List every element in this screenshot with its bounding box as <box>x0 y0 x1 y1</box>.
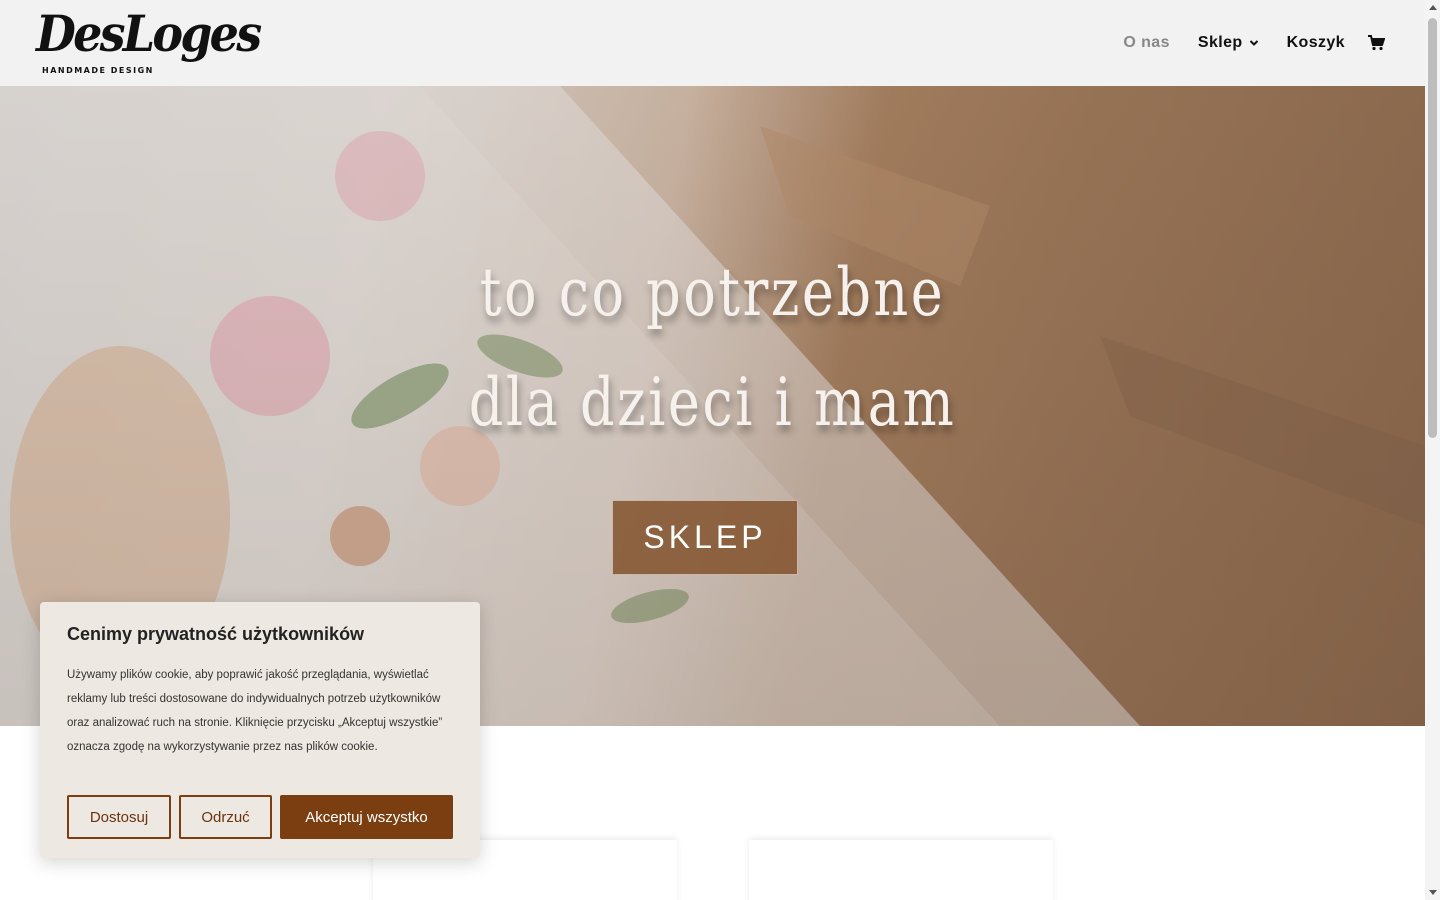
scroll-down-icon[interactable] <box>1429 890 1437 895</box>
scroll-up-icon[interactable] <box>1429 5 1437 10</box>
cookie-button-group: Dostosuj Odrzuć Akceptuj wszystko <box>67 795 453 839</box>
nav-item-sklep[interactable]: Sklep <box>1198 34 1259 52</box>
content-card <box>749 840 1053 900</box>
shop-button[interactable]: SKLEP <box>612 500 798 575</box>
logo-text: DesLoges <box>36 4 262 63</box>
hero-title-line2: dla dzieci i mam <box>468 364 957 441</box>
logo-subtitle: HANDMADE DESIGN <box>42 66 154 75</box>
hero-title-line1: to co potrzebne <box>479 254 946 331</box>
page-scrollbar[interactable] <box>1425 0 1440 900</box>
nav-item-label: Sklep <box>1197 34 1243 51</box>
main-nav: O nas Sklep Koszyk <box>1095 31 1385 55</box>
accept-all-button[interactable]: Akceptuj wszystko <box>280 795 453 839</box>
nav-item-o-nas[interactable]: O nas <box>1123 34 1169 52</box>
cookie-text: Używamy plików cookie, aby poprawić jako… <box>67 669 443 753</box>
customize-button[interactable]: Dostosuj <box>67 795 171 839</box>
nav-item-koszyk[interactable]: Koszyk <box>1287 34 1345 52</box>
logo[interactable]: DesLoges HANDMADE DESIGN <box>36 4 262 80</box>
reject-button[interactable]: Odrzuć <box>179 795 272 839</box>
nav-item-label: Koszyk <box>1286 34 1345 51</box>
nav-item-label: O nas <box>1123 34 1170 51</box>
site-header: DesLoges HANDMADE DESIGN O nas Sklep Kos… <box>0 0 1425 86</box>
cart-icon[interactable] <box>1367 34 1385 52</box>
cookie-title: Cenimy prywatność użytkowników <box>67 624 365 644</box>
scrollbar-thumb[interactable] <box>1428 18 1437 438</box>
cookie-consent-banner: Cenimy prywatność użytkowników Używamy p… <box>40 602 480 858</box>
chevron-down-icon <box>1249 40 1258 46</box>
